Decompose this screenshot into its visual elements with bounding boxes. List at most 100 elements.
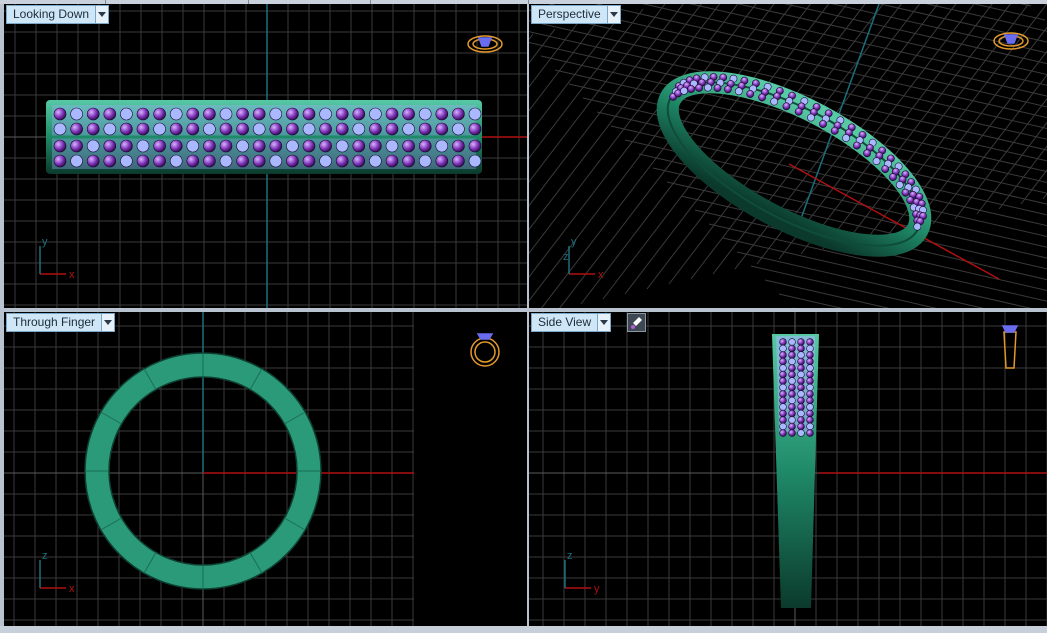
- gem-stone: [806, 364, 814, 372]
- gem-stone: [797, 338, 805, 346]
- gem-stone: [788, 370, 796, 379]
- chevron-down-icon[interactable]: [597, 314, 611, 331]
- gem-stone: [286, 154, 299, 168]
- gem-stone: [369, 139, 382, 153]
- gem-stone: [806, 338, 814, 346]
- gem-stone: [86, 139, 100, 153]
- gem-stone: [53, 139, 67, 153]
- viewport-label-looking-down[interactable]: Looking Down: [6, 5, 110, 24]
- gem-stone: [269, 139, 283, 153]
- gem-stone: [319, 154, 332, 168]
- gem-stone: [120, 154, 133, 168]
- gem-stone: [236, 107, 249, 121]
- gem-stone: [385, 139, 399, 153]
- gem-stone: [169, 122, 183, 136]
- gem-stone: [797, 396, 805, 405]
- gem-stone: [53, 107, 67, 121]
- viewport-label-through-finger[interactable]: Through Finger: [6, 313, 116, 332]
- gem-stone: [352, 107, 366, 121]
- viewport-through-finger[interactable]: xz Through Finger: [4, 312, 527, 626]
- gem-stone: [186, 107, 200, 121]
- viewport-label-perspective[interactable]: Perspective: [531, 5, 621, 24]
- axis-label-vertical: y: [571, 236, 577, 248]
- side-view-scene: yz: [529, 312, 1047, 626]
- gem-stone: [806, 344, 814, 353]
- gem-stone: [788, 351, 796, 359]
- gem-stone: [302, 139, 316, 153]
- gem-stone: [103, 107, 117, 121]
- gem-stone: [435, 139, 449, 153]
- viewport-splitter-vertical[interactable]: [527, 4, 529, 628]
- gem-stone: [402, 154, 415, 168]
- gem-stone: [385, 122, 399, 136]
- gem-stone: [788, 429, 796, 437]
- gem-stone: [806, 357, 814, 366]
- gem-stone: [186, 139, 200, 153]
- viewport-label-side-view[interactable]: Side View: [531, 313, 612, 332]
- gem-stone: [252, 122, 266, 136]
- axis-label-vertical: y: [42, 236, 48, 248]
- gem-stone: [797, 377, 805, 385]
- gem-stone: [806, 409, 814, 418]
- gem-stone: [252, 154, 266, 168]
- gem-stone: [319, 139, 332, 153]
- gem-stone: [779, 344, 787, 353]
- gem-stone: [86, 154, 100, 168]
- gem-stone: [797, 370, 805, 379]
- chevron-down-icon[interactable]: [95, 6, 109, 23]
- viewport-perspective[interactable]: xyz Perspective: [529, 4, 1047, 308]
- gem-stone: [788, 422, 796, 431]
- gem-stone: [402, 107, 415, 121]
- gem-stone: [788, 364, 796, 372]
- gem-stone: [779, 403, 787, 411]
- gem-stone: [418, 139, 432, 153]
- chevron-down-icon[interactable]: [101, 314, 115, 331]
- gem-stone: [806, 370, 814, 379]
- gem-stone: [352, 139, 366, 153]
- gem-stone: [435, 122, 449, 136]
- gem-stone: [452, 139, 465, 153]
- gem-stone: [797, 344, 805, 353]
- axis-label-horizontal: y: [594, 583, 600, 595]
- paint-brush-button[interactable]: [627, 313, 646, 332]
- gem-stone: [797, 351, 805, 359]
- gem-stone: [203, 122, 216, 136]
- gem-stone: [385, 107, 399, 121]
- gem-stone: [236, 139, 249, 153]
- gem-stone: [103, 139, 117, 153]
- gem-stone: [236, 154, 249, 168]
- gem-stone: [236, 122, 249, 136]
- axis-label-horizontal: x: [598, 269, 604, 281]
- gem-stone: [788, 383, 796, 392]
- gem-stone: [806, 396, 814, 405]
- gem-stone: [779, 351, 787, 359]
- gem-stone: [153, 122, 166, 136]
- gem-stone: [120, 122, 133, 136]
- gem-stone: [468, 139, 482, 153]
- gem-stone: [788, 396, 796, 405]
- gem-stone: [788, 338, 796, 346]
- viewport-title: Looking Down: [13, 7, 90, 21]
- viewport-looking-down[interactable]: xy Looking Down: [4, 4, 527, 308]
- gem-stone: [169, 154, 183, 168]
- axis-gizmo: xy: [568, 236, 604, 281]
- gem-stone: [136, 154, 150, 168]
- gem-stone: [286, 107, 299, 121]
- gem-stone: [402, 139, 415, 153]
- gem-stone: [269, 107, 283, 121]
- gem-stone: [385, 154, 399, 168]
- gem-stone: [797, 390, 805, 398]
- viewport-side-view[interactable]: yz Side View: [529, 312, 1047, 626]
- gem-stone: [86, 107, 100, 121]
- viewport-title: Perspective: [538, 7, 601, 21]
- viewport-splitter-horizontal[interactable]: [0, 308, 1047, 312]
- gem-stone: [779, 390, 787, 398]
- gem-stone: [335, 139, 349, 153]
- gem-stone: [468, 154, 482, 168]
- gem-stone: [319, 122, 332, 136]
- gem-stone: [153, 107, 166, 121]
- gem-stone: [452, 122, 465, 136]
- gem-stone: [120, 139, 133, 153]
- gem-stone: [70, 107, 83, 121]
- chevron-down-icon[interactable]: [606, 6, 620, 23]
